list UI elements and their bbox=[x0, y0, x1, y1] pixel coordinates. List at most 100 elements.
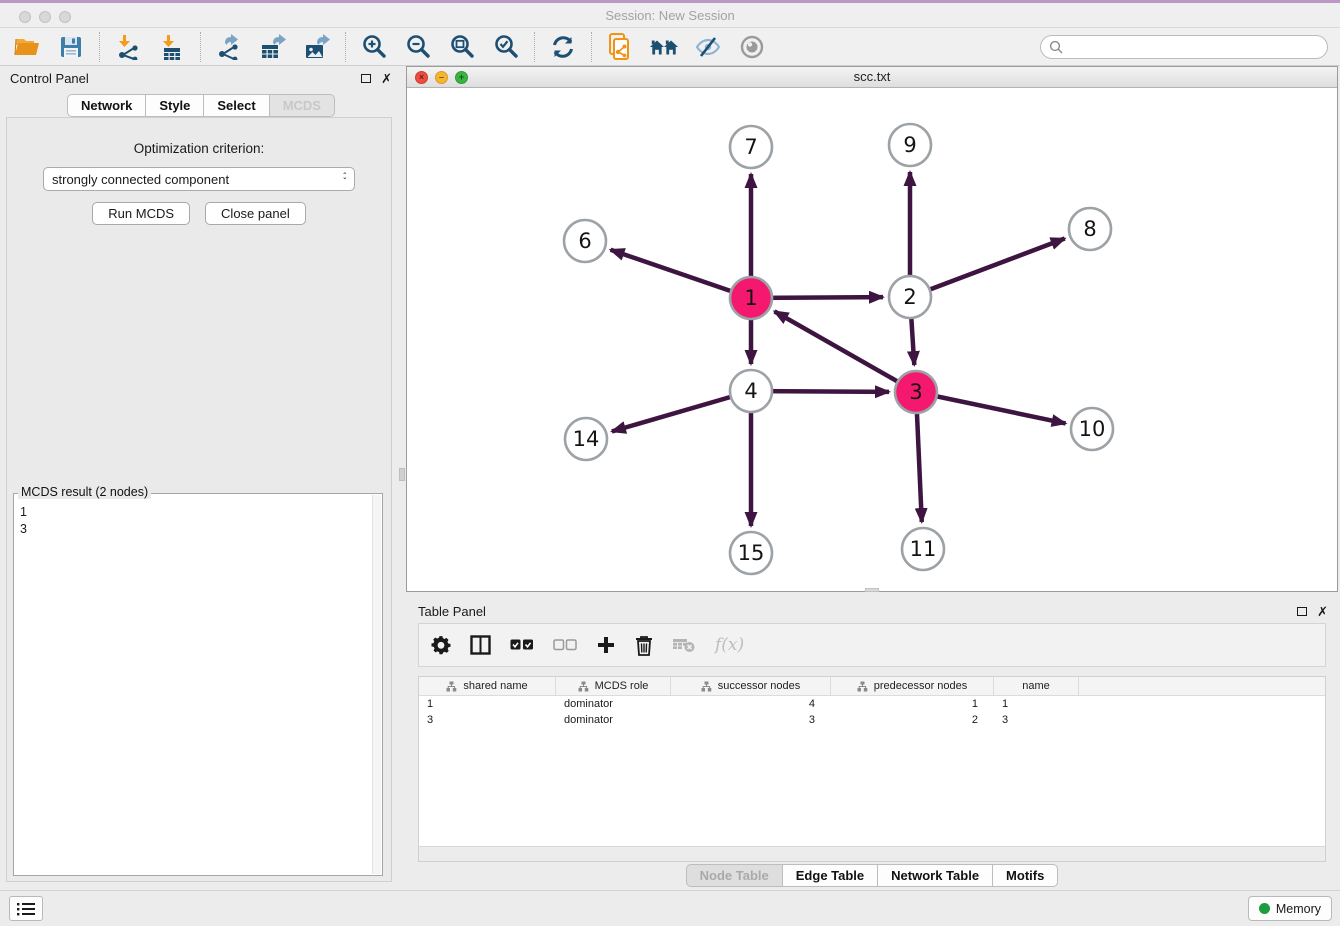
column-header-name[interactable]: name bbox=[994, 677, 1079, 695]
column-label: shared name bbox=[463, 680, 527, 692]
cell-shared-name[interactable]: 3 bbox=[419, 714, 556, 726]
table-header-row: shared name MCDS role successor nodes prede… bbox=[419, 677, 1325, 696]
toolbar-separator bbox=[99, 32, 100, 62]
close-panel-button[interactable]: Close panel bbox=[205, 202, 306, 225]
columns-icon[interactable] bbox=[470, 632, 491, 658]
table-row[interactable]: 1dominator411 bbox=[419, 696, 1325, 712]
column-header-successor-nodes[interactable]: successor nodes bbox=[671, 677, 831, 695]
delete-table-icon[interactable] bbox=[672, 632, 696, 658]
export-image-icon[interactable] bbox=[302, 33, 332, 61]
export-network-icon[interactable] bbox=[214, 33, 244, 61]
show-graphics-details-icon[interactable] bbox=[737, 33, 767, 61]
mcds-tab-content: Optimization criterion: strongly connect… bbox=[6, 117, 392, 882]
zoom-window-icon[interactable] bbox=[59, 11, 71, 23]
home-layout-icon[interactable] bbox=[649, 33, 679, 61]
hide-graphics-details-icon[interactable] bbox=[693, 33, 723, 61]
list-icon bbox=[16, 901, 36, 917]
tab-network-table[interactable]: Network Table bbox=[877, 864, 993, 887]
save-session-icon[interactable] bbox=[56, 33, 86, 61]
network-close-icon[interactable]: × bbox=[415, 71, 428, 84]
table-body: 1dominator4113dominator323 bbox=[419, 696, 1325, 728]
tree-column-icon bbox=[446, 681, 457, 692]
import-network-icon[interactable] bbox=[113, 33, 143, 61]
add-column-icon[interactable] bbox=[596, 632, 616, 658]
node-label-8: 8 bbox=[1083, 217, 1096, 241]
node-label-4: 4 bbox=[744, 379, 757, 403]
delete-icon[interactable] bbox=[635, 632, 653, 658]
memory-button[interactable]: Memory bbox=[1248, 896, 1332, 921]
import-table-icon[interactable] bbox=[157, 33, 187, 61]
refresh-layout-icon[interactable] bbox=[548, 33, 578, 61]
control-panel-title: Control Panel bbox=[10, 71, 89, 86]
run-mcds-button[interactable]: Run MCDS bbox=[92, 202, 190, 225]
edge-3-10[interactable] bbox=[916, 392, 1066, 423]
node-label-10: 10 bbox=[1079, 417, 1106, 441]
cell-predecessor-nodes[interactable]: 1 bbox=[831, 698, 994, 710]
open-file-icon[interactable] bbox=[12, 33, 42, 61]
control-panel-tabs: NetworkStyleSelectMCDS bbox=[0, 94, 402, 117]
column-label: predecessor nodes bbox=[874, 680, 968, 692]
close-window-icon[interactable] bbox=[19, 11, 31, 23]
tab-node-table[interactable]: Node Table bbox=[686, 864, 783, 887]
network-maximize-icon[interactable]: + bbox=[455, 71, 468, 84]
column-header-shared-name[interactable]: shared name bbox=[419, 677, 556, 695]
tab-mcds[interactable]: MCDS bbox=[269, 94, 335, 117]
table-panel: Table Panel ✗ f(x) shared nameMCDS roles… bbox=[406, 595, 1338, 890]
column-header-predecessor-nodes[interactable]: predecessor nodes bbox=[831, 677, 994, 695]
result-scrollbar[interactable] bbox=[372, 495, 381, 874]
edge-2-8[interactable] bbox=[910, 239, 1065, 297]
toolbar-separator bbox=[200, 32, 201, 62]
tab-style[interactable]: Style bbox=[145, 94, 204, 117]
optimization-criterion-label: Optimization criterion: bbox=[7, 141, 391, 156]
zoom-out-icon[interactable] bbox=[403, 33, 433, 61]
edge-3-1[interactable] bbox=[774, 311, 916, 392]
task-history-button[interactable] bbox=[9, 896, 43, 921]
tab-network[interactable]: Network bbox=[67, 94, 146, 117]
close-table-panel-icon[interactable]: ✗ bbox=[1317, 605, 1328, 618]
network-canvas[interactable]: 7968124314101511 bbox=[407, 88, 1337, 591]
cell-shared-name[interactable]: 1 bbox=[419, 698, 556, 710]
cell-MCDS-role[interactable]: dominator bbox=[556, 714, 671, 726]
optimization-criterion-select[interactable]: strongly connected component ˆˇ bbox=[43, 167, 355, 191]
column-header-MCDS-role[interactable]: MCDS role bbox=[556, 677, 671, 695]
status-bar: Memory bbox=[0, 890, 1340, 926]
node-label-6: 6 bbox=[578, 229, 591, 253]
close-panel-icon[interactable]: ✗ bbox=[381, 72, 392, 85]
network-graph[interactable]: 7968124314101511 bbox=[407, 88, 1337, 591]
minimize-window-icon[interactable] bbox=[39, 11, 51, 23]
cell-name[interactable]: 1 bbox=[994, 698, 1079, 710]
panel-splitter-handle[interactable] bbox=[399, 468, 405, 481]
memory-label: Memory bbox=[1276, 902, 1321, 916]
cell-MCDS-role[interactable]: dominator bbox=[556, 698, 671, 710]
search-field[interactable] bbox=[1040, 35, 1328, 59]
tab-edge-table[interactable]: Edge Table bbox=[782, 864, 878, 887]
search-input[interactable] bbox=[1068, 40, 1319, 54]
zoom-in-icon[interactable] bbox=[359, 33, 389, 61]
zoom-fit-icon[interactable] bbox=[447, 33, 477, 61]
column-label: MCDS role bbox=[595, 680, 649, 692]
network-resize-handle[interactable] bbox=[865, 588, 879, 592]
result-line: 1 bbox=[20, 504, 376, 521]
float-table-panel-icon[interactable] bbox=[1297, 607, 1307, 616]
gear-icon[interactable] bbox=[431, 632, 451, 658]
export-table-icon[interactable] bbox=[258, 33, 288, 61]
new-network-from-selection-icon[interactable] bbox=[605, 33, 635, 61]
table-toolbar: f(x) bbox=[418, 623, 1326, 667]
cell-successor-nodes[interactable]: 3 bbox=[671, 714, 831, 726]
tab-select[interactable]: Select bbox=[203, 94, 269, 117]
result-line: 3 bbox=[20, 521, 376, 538]
float-panel-icon[interactable] bbox=[361, 74, 371, 83]
select-all-icon[interactable] bbox=[510, 632, 534, 658]
window-title: Session: New Session bbox=[0, 3, 1340, 28]
zoom-selected-icon[interactable] bbox=[491, 33, 521, 61]
network-minimize-icon[interactable]: – bbox=[435, 71, 448, 84]
network-window-titlebar[interactable]: × – + scc.txt bbox=[407, 67, 1337, 88]
cell-name[interactable]: 3 bbox=[994, 714, 1079, 726]
cell-predecessor-nodes[interactable]: 2 bbox=[831, 714, 994, 726]
table-hscrollbar[interactable] bbox=[419, 846, 1325, 861]
table-row[interactable]: 3dominator323 bbox=[419, 712, 1325, 728]
tab-motifs[interactable]: Motifs bbox=[992, 864, 1058, 887]
deselect-all-icon[interactable] bbox=[553, 632, 577, 658]
dropdown-value: strongly connected component bbox=[52, 172, 229, 187]
cell-successor-nodes[interactable]: 4 bbox=[671, 698, 831, 710]
